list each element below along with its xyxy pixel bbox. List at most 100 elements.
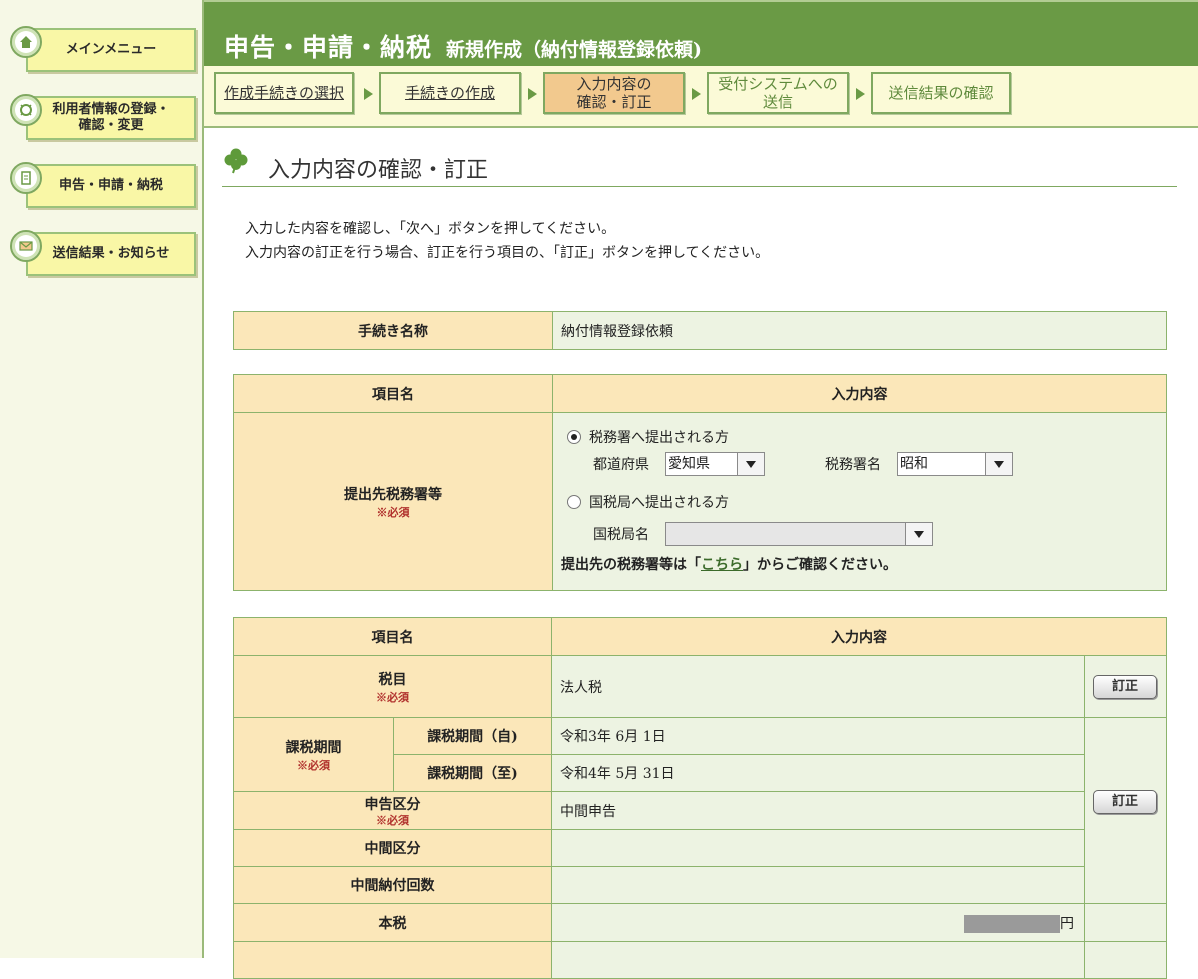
step-arrow-icon	[856, 88, 865, 100]
next-row-fix-cell	[1084, 941, 1167, 979]
required-mark: ※必須	[297, 758, 330, 772]
note-prefix: 提出先の税務署等は「	[561, 557, 701, 573]
next-row-value	[551, 941, 1085, 979]
submission-table: 項目名 入力内容 提出先税務署等 ※必須 税務署へ提出される方 都道府県 愛知県…	[233, 374, 1167, 591]
page-header: 申告・申請・納税 新規作成（納付情報登録依頼)	[204, 0, 1198, 66]
fix-period-button[interactable]: 訂正	[1093, 790, 1157, 814]
tax-period-label: 課税期間 ※必須	[233, 717, 394, 792]
step-label-line2: 送信	[762, 93, 793, 111]
submission-dest-label: 提出先税務署等 ※必須	[233, 412, 553, 591]
step-send: 受付システムへの 送信	[707, 72, 849, 114]
main-tax-value: 円	[551, 903, 1085, 942]
home-icon	[10, 26, 42, 58]
tax-office-radio-label: 税務署へ提出される方	[589, 430, 729, 446]
sidebar-item-user-info[interactable]: 利用者情報の登録・ 確認・変更	[10, 94, 196, 140]
submission-note: 提出先の税務署等は「 こちら 」からご確認ください。	[561, 549, 1165, 579]
tax-office-select[interactable]: 昭和	[897, 452, 1013, 476]
sidebar-item-main-menu[interactable]: メインメニュー	[10, 26, 196, 72]
regional-bureau-radio[interactable]	[567, 495, 581, 509]
header-title: 申告・申請・納税	[224, 33, 433, 62]
header-subtitle: 新規作成（納付情報登録依頼)	[446, 39, 703, 61]
procedure-name-value: 納付情報登録依頼	[552, 311, 1167, 350]
main-tax-fix-cell	[1084, 903, 1167, 942]
required-mark: ※必須	[376, 505, 410, 519]
chevron-down-icon	[985, 453, 1012, 475]
filing-type-label: 申告区分 ※必須	[233, 791, 552, 830]
tax-period-from-label: 課税期間（自)	[393, 717, 552, 755]
main-tax-label: 本税	[233, 903, 552, 942]
tax-item-label: 税目 ※必須	[233, 655, 552, 718]
interim-type-label: 中間区分	[233, 829, 552, 867]
sidebar-item-label: メインメニュー	[26, 28, 196, 72]
step-label-line1: 受付システムへの	[718, 75, 838, 93]
column-header-content: 入力内容	[551, 617, 1167, 656]
interim-count-label: 中間納付回数	[233, 866, 552, 904]
procedure-name-label: 手続き名称	[233, 311, 553, 350]
masked-amount	[964, 914, 1060, 933]
step-arrow-icon	[528, 88, 537, 100]
next-row-label	[233, 941, 552, 979]
instruction-text: 入力内容の訂正を行う場合、訂正を行う項目の、「訂正」ボタンを押してください。	[245, 245, 770, 261]
step-create-procedure[interactable]: 手続きの作成	[379, 72, 521, 114]
prefecture-label: 都道府県	[593, 457, 649, 473]
procedure-table: 手続き名称 納付情報登録依頼	[233, 311, 1167, 350]
sidebar-item-label-line1: 利用者情報の登録・	[52, 102, 170, 117]
user-info-icon	[10, 94, 42, 126]
clover-icon	[224, 148, 248, 174]
regional-bureau-label: 国税局名	[593, 527, 649, 543]
column-header-item: 項目名	[233, 374, 553, 413]
tax-period-to-value: 令和4年 5月 31日	[551, 754, 1085, 792]
sidebar-item-label: 送信結果・お知らせ	[26, 232, 196, 276]
column-header-item: 項目名	[233, 617, 552, 656]
tax-period-to-label: 課税期間（至)	[393, 754, 552, 792]
required-mark: ※必須	[376, 690, 409, 704]
page-title: 入力内容の確認・訂正	[222, 142, 1177, 187]
message-icon	[10, 230, 42, 262]
filing-type-value: 中間申告	[551, 791, 1085, 830]
sidebar-item-label-line2: 確認・変更	[78, 118, 144, 133]
filing-type-label-text: 申告区分	[364, 796, 421, 813]
document-icon	[10, 162, 42, 194]
submission-dest-label-text: 提出先税務署等	[344, 486, 442, 503]
step-arrow-icon	[692, 88, 701, 100]
tax-office-radio[interactable]	[567, 430, 581, 444]
step-confirm-correct: 入力内容の 確認・訂正	[543, 72, 685, 114]
sidebar-item-label: 利用者情報の登録・ 確認・変更	[26, 96, 196, 140]
submission-dest-value: 税務署へ提出される方 都道府県 愛知県 税務署名 昭和 国税局へ提出される方 国…	[552, 412, 1167, 591]
tax-period-from-value: 令和3年 6月 1日	[551, 717, 1085, 755]
details-table: 項目名 入力内容 税目 ※必須 法人税 訂正 課税期間 ※必須 課税期間（自) …	[233, 617, 1167, 979]
page-title-text: 入力内容の確認・訂正	[268, 158, 489, 183]
step-check-result: 送信結果の確認	[871, 72, 1011, 114]
prefecture-select[interactable]: 愛知県	[665, 452, 765, 476]
sidebar: メインメニュー 利用者情報の登録・ 確認・変更 申告・申請・納税 送信結果・お知…	[0, 0, 204, 958]
tax-item-value: 法人税	[551, 655, 1085, 718]
regional-bureau-radio-label: 国税局へ提出される方	[589, 495, 729, 511]
step-select-procedure[interactable]: 作成手続きの選択	[214, 72, 354, 114]
note-suffix: 」からご確認ください。	[743, 557, 897, 573]
tax-item-fix-cell: 訂正	[1084, 655, 1167, 718]
column-header-content: 入力内容	[552, 374, 1167, 413]
instruction-text: 入力した内容を確認し、「次へ」ボタンを押してください。	[245, 221, 616, 237]
tax-office-name-label: 税務署名	[825, 457, 881, 473]
step-navigation: 作成手続きの選択 手続きの作成 入力内容の 確認・訂正 受付システムへの 送信 …	[204, 66, 1198, 128]
period-fix-cell: 訂正	[1084, 717, 1167, 904]
sidebar-item-label: 申告・申請・納税	[26, 164, 196, 208]
sidebar-item-results[interactable]: 送信結果・お知らせ	[10, 230, 196, 276]
chevron-down-icon	[905, 523, 932, 545]
regional-bureau-select[interactable]	[665, 522, 933, 546]
chevron-down-icon	[737, 453, 764, 475]
step-label-line2: 確認・訂正	[576, 93, 652, 111]
prefecture-select-value: 愛知県	[668, 456, 710, 472]
check-office-link[interactable]: こちら	[701, 554, 743, 574]
interim-type-value	[551, 829, 1085, 867]
tax-office-select-value: 昭和	[900, 456, 928, 472]
interim-count-value	[551, 866, 1085, 904]
step-arrow-icon	[364, 88, 373, 100]
step-label-line1: 入力内容の	[576, 75, 652, 93]
yen-unit: 円	[1060, 915, 1074, 932]
tax-item-label-text: 税目	[378, 671, 407, 688]
sidebar-item-filing[interactable]: 申告・申請・納税	[10, 162, 196, 208]
fix-tax-item-button[interactable]: 訂正	[1093, 674, 1157, 699]
required-mark: ※必須	[376, 813, 409, 827]
tax-period-label-text: 課税期間	[285, 739, 342, 756]
